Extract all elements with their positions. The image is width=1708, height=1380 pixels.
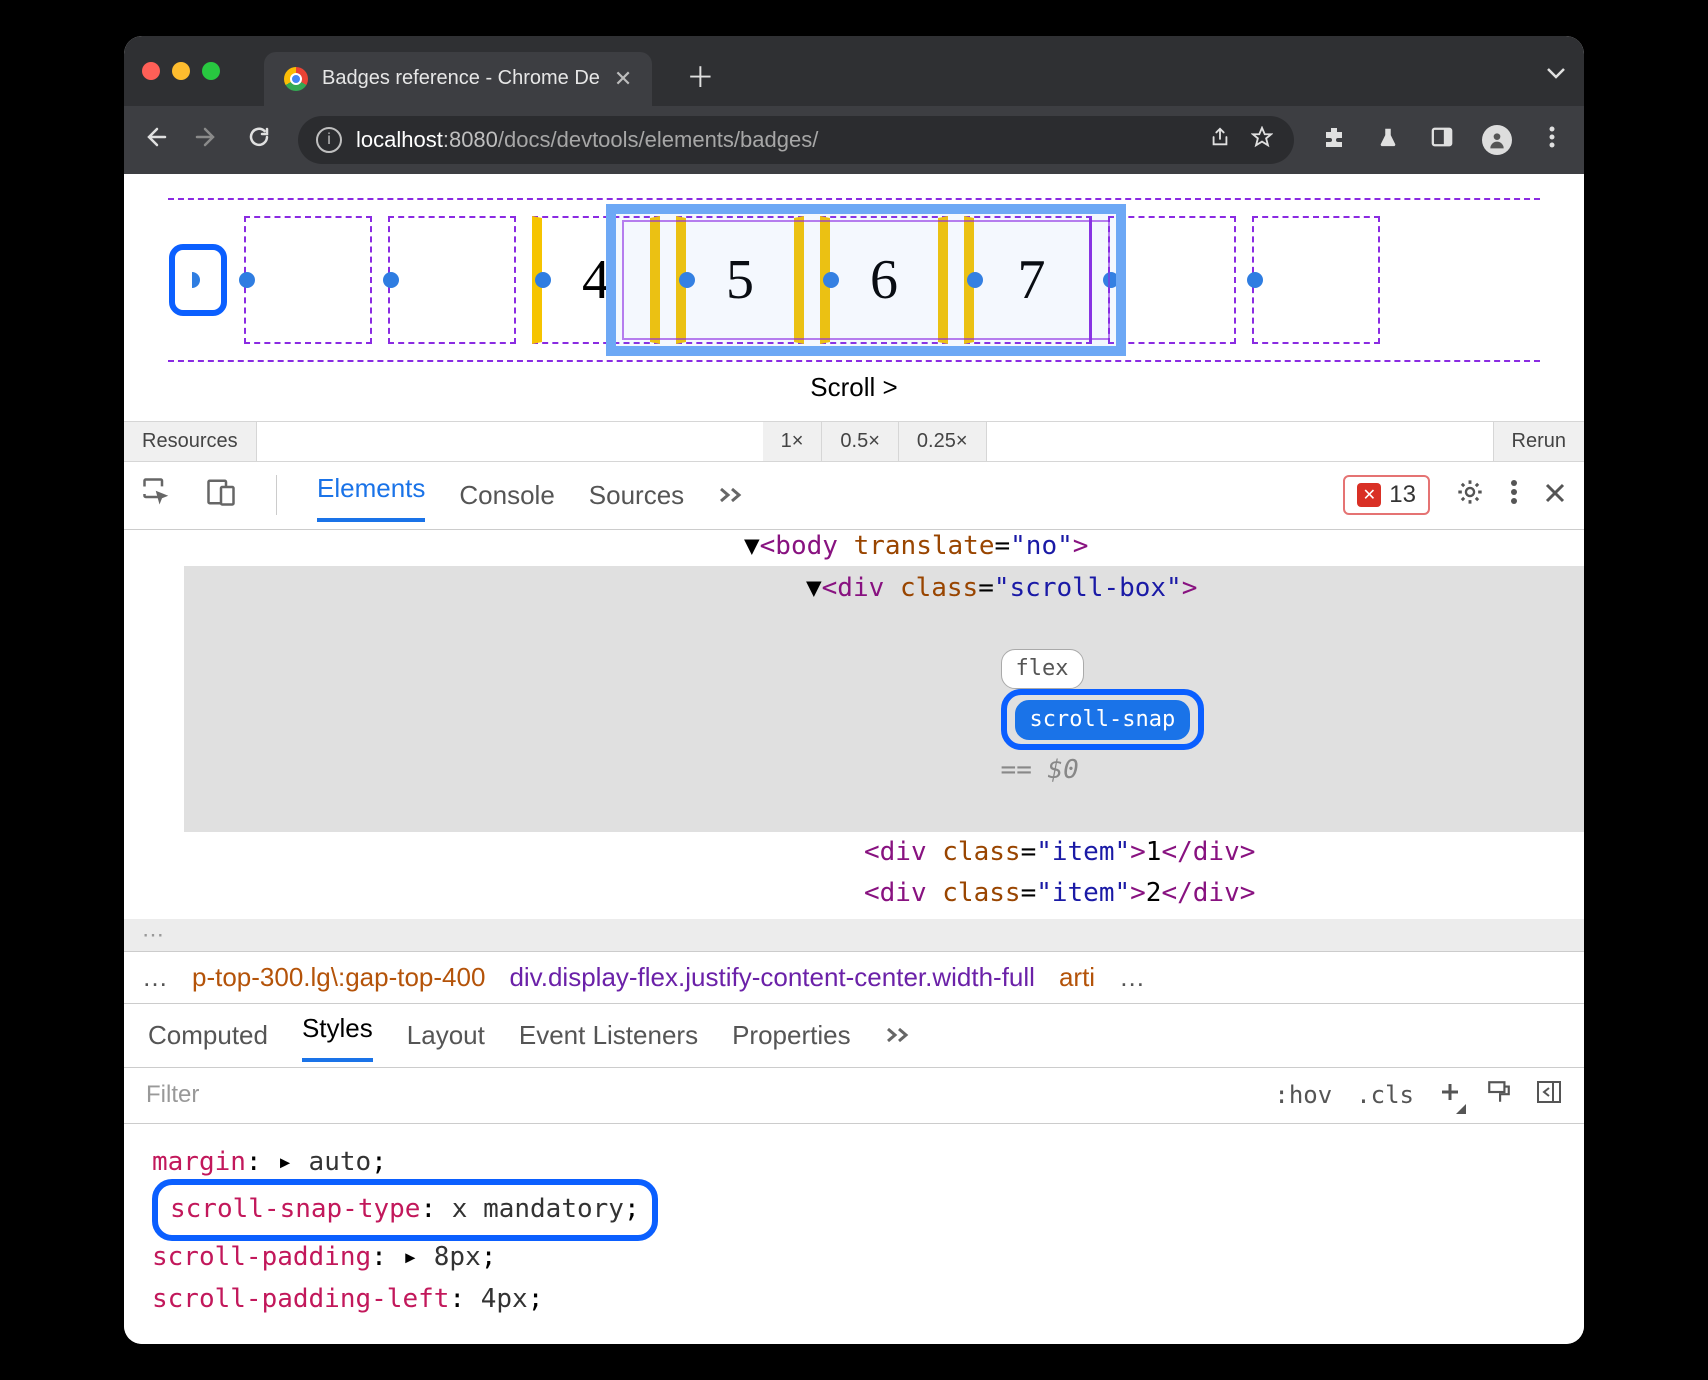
back-button[interactable] (142, 125, 168, 154)
styles-filter-input[interactable] (146, 1081, 1250, 1109)
error-count: 13 (1389, 481, 1416, 509)
snap-target-annotation (169, 244, 227, 316)
snap-point-indicator (168, 244, 228, 316)
more-icon[interactable] (1510, 479, 1518, 512)
dom-line[interactable]: ▼<body translate="no"> (184, 530, 1584, 566)
tab-event-listeners[interactable]: Event Listeners (519, 1020, 698, 1051)
css-rule-highlighted[interactable]: scroll-snap-type: x mandatory; (152, 1183, 1556, 1237)
url-path: /docs/devtools/elements/badges/ (498, 127, 818, 152)
tabs-overflow-icon[interactable] (718, 480, 746, 511)
forward-button[interactable] (194, 125, 220, 154)
scroll-item: 7 (964, 216, 1092, 344)
close-window-button[interactable] (142, 62, 160, 80)
address-bar: i localhost:8080/docs/devtools/elements/… (124, 106, 1584, 174)
close-devtools-icon[interactable] (1544, 480, 1566, 511)
styles-filter-bar: :hov .cls (124, 1068, 1584, 1124)
css-rule[interactable]: margin: ▸ auto; (152, 1142, 1556, 1184)
browser-window: Badges reference - Chrome De ✕ ＋ i local… (124, 36, 1584, 1345)
tab-elements[interactable]: Elements (317, 473, 425, 522)
breadcrumb-overflow[interactable]: … (142, 962, 168, 993)
resources-button[interactable]: Resources (124, 422, 257, 461)
settings-icon[interactable] (1456, 478, 1484, 513)
new-rule-icon[interactable] (1438, 1080, 1462, 1110)
scroll-item: 5 (676, 216, 804, 344)
styles-pane[interactable]: margin: ▸ auto; scroll-snap-type: x mand… (124, 1124, 1584, 1344)
dom-line[interactable]: <div class="item">2</div> (184, 873, 1584, 913)
share-icon[interactable] (1206, 126, 1234, 154)
paint-icon[interactable] (1486, 1079, 1512, 1111)
url-port: :8080 (443, 127, 498, 152)
url-host: localhost (356, 127, 443, 152)
profile-avatar[interactable] (1482, 125, 1512, 155)
cls-toggle[interactable]: .cls (1356, 1081, 1414, 1109)
maximize-window-button[interactable] (202, 62, 220, 80)
breadcrumb-item[interactable]: div.display-flex.justify-content-center.… (509, 962, 1035, 993)
panel-icon[interactable] (1428, 126, 1456, 153)
scroll-item (388, 216, 516, 344)
minimize-window-button[interactable] (172, 62, 190, 80)
menu-icon[interactable] (1538, 126, 1566, 153)
reload-button[interactable] (246, 125, 272, 154)
dom-line[interactable]: <div class="item">1</div> (184, 832, 1584, 872)
labs-icon[interactable] (1374, 125, 1402, 154)
tab-sources[interactable]: Sources (589, 480, 684, 511)
selected-node-indicator: == $0 (1001, 755, 1079, 785)
tab-properties[interactable]: Properties (732, 1020, 851, 1051)
zoom-1x[interactable]: 1× (763, 422, 823, 461)
breadcrumb-item[interactable]: p-top-300.lg\:gap-top-400 (192, 962, 485, 993)
css-rule[interactable]: scroll-padding: ▸ 8px; (152, 1237, 1556, 1279)
new-tab-button[interactable]: ＋ (686, 56, 714, 96)
close-tab-icon[interactable]: ✕ (614, 66, 632, 92)
inspect-icon[interactable] (142, 477, 172, 514)
scroll-item (244, 216, 372, 344)
tab-layout[interactable]: Layout (407, 1020, 485, 1051)
page-content: 4 5 6 7 Scroll > Resources 1× 0.5× 0.25×… (124, 174, 1584, 462)
extensions-icon[interactable] (1320, 125, 1348, 154)
chrome-icon (284, 67, 308, 91)
scroll-snap-type-annotation: scroll-snap-type: x mandatory; (152, 1179, 658, 1241)
rerun-button[interactable]: Rerun (1493, 422, 1584, 461)
demo-toolbar: Resources 1× 0.5× 0.25× Rerun (124, 421, 1584, 462)
scroll-item (1108, 216, 1236, 344)
breadcrumb-item[interactable]: arti (1059, 962, 1095, 993)
breadcrumb-overflow[interactable]: … (1119, 962, 1145, 993)
tabs-overflow-icon[interactable] (1546, 66, 1566, 85)
browser-tab[interactable]: Badges reference - Chrome De ✕ (264, 52, 652, 106)
scroll-hint-label: Scroll > (124, 362, 1584, 421)
titlebar: Badges reference - Chrome De ✕ ＋ (124, 36, 1584, 106)
tab-styles[interactable]: Styles (302, 1013, 373, 1062)
site-info-icon[interactable]: i (316, 127, 342, 153)
tab-title: Badges reference - Chrome De (322, 67, 600, 90)
scroll-snap-badge[interactable]: scroll-snap (1015, 700, 1191, 740)
traffic-lights (142, 62, 220, 80)
scroll-snap-demo[interactable]: 4 5 6 7 (168, 198, 1540, 362)
dom-overflow-dots[interactable]: ⋯ (124, 919, 1584, 951)
scroll-snap-annotation: scroll-snap (1001, 689, 1205, 750)
device-toggle-icon[interactable] (206, 477, 236, 514)
styles-tabbar: Computed Styles Layout Event Listeners P… (124, 1004, 1584, 1068)
error-icon: ✕ (1357, 483, 1381, 507)
styles-tabs-overflow-icon[interactable] (885, 1020, 913, 1051)
error-count-badge[interactable]: ✕ 13 (1343, 475, 1430, 515)
flex-badge[interactable]: flex (1001, 649, 1084, 689)
scroll-item: 6 (820, 216, 948, 344)
sidebar-toggle-icon[interactable] (1536, 1080, 1562, 1110)
tab-computed[interactable]: Computed (148, 1020, 268, 1051)
url-field[interactable]: i localhost:8080/docs/devtools/elements/… (298, 116, 1294, 164)
tab-console[interactable]: Console (459, 480, 554, 511)
zoom-05x[interactable]: 0.5× (822, 422, 898, 461)
dom-selected-line[interactable]: ▼<div class="scroll-box"> flex scroll-sn… (184, 566, 1584, 832)
bookmark-icon[interactable] (1248, 126, 1276, 154)
hov-toggle[interactable]: :hov (1274, 1081, 1332, 1109)
dom-tree[interactable]: ▼<body translate="no"> ▼<div class="scro… (124, 530, 1584, 919)
css-rule[interactable]: scroll-padding-left: 4px; (152, 1279, 1556, 1321)
zoom-025x[interactable]: 0.25× (899, 422, 987, 461)
scroll-item: 4 (532, 216, 660, 344)
devtools-tabbar: Elements Console Sources ✕ 13 (124, 462, 1584, 530)
breadcrumb[interactable]: … p-top-300.lg\:gap-top-400 div.display-… (124, 951, 1584, 1004)
scroll-item (1252, 216, 1380, 344)
devtools-panel: Elements Console Sources ✕ 13 (124, 462, 1584, 1345)
